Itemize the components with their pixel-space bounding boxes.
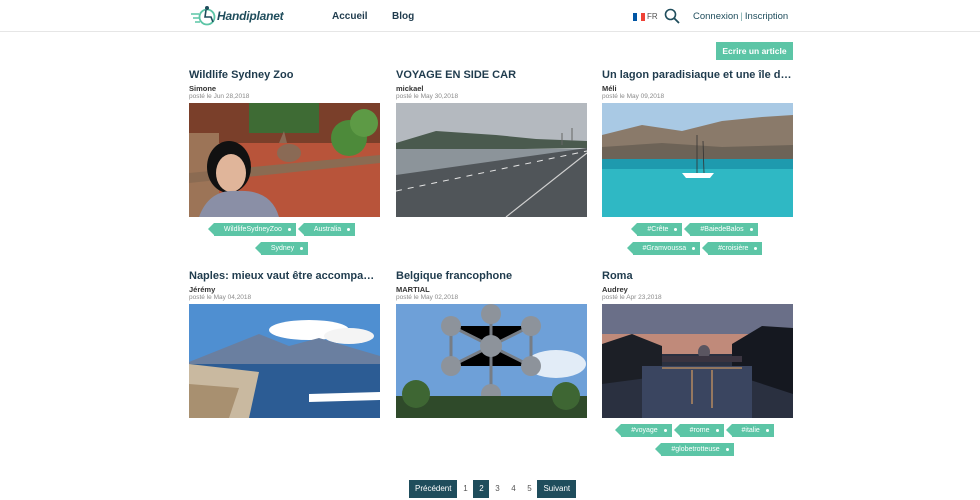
tag-label: #croisière (718, 245, 749, 252)
tag-label: #Gramvoussa (642, 245, 687, 252)
article-date: posté le May 30,2018 (396, 93, 459, 100)
tag-dot-icon (715, 429, 719, 432)
nav-accueil[interactable]: Accueil (332, 11, 368, 22)
article-image[interactable] (396, 304, 587, 418)
tag-label: #globetrotteuse (671, 446, 720, 453)
article-title[interactable]: Un lagon paradisiaque et une île de rêve… (602, 68, 793, 82)
article-author: Audrey (602, 285, 628, 294)
tag-dot-icon (663, 429, 667, 432)
article-author: Simone (189, 84, 217, 93)
article-date: posté le Jun 28,2018 (189, 93, 250, 100)
tag-label: #italie (741, 427, 760, 434)
pagination: Précédent 1 2 3 4 5 Suivant (409, 480, 577, 498)
language-selector[interactable]: FR (633, 12, 658, 21)
signup-link[interactable]: Inscription (745, 11, 788, 22)
tag[interactable]: #voyage (615, 424, 672, 437)
article-image[interactable] (189, 304, 380, 418)
article-title[interactable]: VOYAGE EN SIDE CAR (396, 68, 587, 82)
tag[interactable]: #rome (673, 424, 724, 437)
tag-label: Australia (313, 226, 342, 233)
tag-dot-icon (749, 228, 753, 231)
article-date: posté le Apr 23,2018 (602, 294, 662, 301)
tag-label: #Crête (647, 226, 669, 233)
tag-label: WildlifeSydneyZoo (223, 226, 282, 233)
article-image[interactable] (602, 304, 793, 418)
article-title[interactable]: Belgique francophone (396, 269, 587, 283)
tag-label: #voyage (631, 427, 658, 434)
article-card[interactable]: Belgique francophone MARTIAL posté le Ma… (396, 269, 587, 418)
tag-dot-icon (725, 448, 729, 451)
article-title[interactable]: Wildlife Sydney Zoo (189, 68, 380, 82)
tag[interactable]: Sydney (254, 242, 309, 255)
wheelchair-logo-icon (191, 6, 216, 26)
search-icon[interactable] (664, 8, 680, 29)
site-header: Handiplanet Accueil Blog FR Connexion | In… (0, 0, 980, 32)
auth-links: Connexion | Inscription (693, 11, 788, 22)
tag-dot-icon (754, 247, 758, 250)
tag[interactable]: #croisière (702, 242, 763, 255)
write-article-button[interactable]: Ecrire un article (716, 42, 793, 60)
article-card[interactable]: Naples: mieux vaut être accompagné pour … (189, 269, 380, 418)
tag[interactable]: WildlifeSydneyZoo (207, 223, 296, 236)
next-page-button[interactable]: Suivant (537, 480, 577, 498)
tag[interactable]: #BaiedeBalos (684, 223, 758, 236)
page-3[interactable]: 3 (489, 480, 505, 498)
article-title[interactable]: Naples: mieux vaut être accompagné pour … (189, 269, 380, 283)
article-author: MARTIAL (396, 285, 430, 294)
tag-dot-icon (300, 247, 304, 250)
tag-dot-icon (674, 228, 678, 231)
tag-dot-icon (765, 429, 769, 432)
page-4[interactable]: 4 (505, 480, 521, 498)
tag-list: WildlifeSydneyZoo Australia Sydney (189, 223, 380, 255)
tag-label: #BaiedeBalos (700, 226, 744, 233)
page-5[interactable]: 5 (521, 480, 537, 498)
tag[interactable]: #Crête (631, 223, 683, 236)
tag-list: #Crête #BaiedeBalos #Gramvoussa #croisiè… (602, 223, 793, 255)
logo-text: Handiplanet (217, 9, 284, 23)
article-image[interactable] (396, 103, 587, 217)
article-date: posté le May 02,2018 (396, 294, 459, 301)
tag[interactable]: Australia (297, 223, 356, 236)
article-date: posté le May 04,2018 (189, 294, 252, 301)
tag-label: Sydney (270, 245, 295, 252)
tag-label: #rome (689, 427, 710, 434)
nav-blog[interactable]: Blog (392, 11, 414, 22)
article-card[interactable]: Roma Audrey posté le Apr 23,2018 #voyage… (602, 269, 793, 456)
page-2-current[interactable]: 2 (473, 480, 490, 498)
auth-separator: | (740, 11, 743, 22)
article-author: mickael (396, 84, 424, 93)
language-label: FR (647, 12, 658, 21)
article-author: Méli (602, 84, 617, 93)
tag[interactable]: #italie (725, 424, 774, 437)
article-card[interactable]: VOYAGE EN SIDE CAR mickael posté le May … (396, 68, 587, 217)
tag-list: #voyage #rome #italie #globetrotteuse (602, 424, 793, 456)
login-link[interactable]: Connexion (693, 11, 738, 22)
french-flag-icon (633, 12, 645, 21)
tag-dot-icon (347, 228, 351, 231)
article-date: posté le May 09,2018 (602, 93, 665, 100)
prev-page-button[interactable]: Précédent (409, 480, 458, 498)
page-1[interactable]: 1 (457, 480, 473, 498)
article-image[interactable] (602, 103, 793, 217)
article-title[interactable]: Roma (602, 269, 793, 283)
site-logo[interactable]: Handiplanet (190, 3, 284, 29)
tag[interactable]: #globetrotteuse (655, 443, 734, 456)
tag-dot-icon (287, 228, 291, 231)
tag[interactable]: #Gramvoussa (626, 242, 701, 255)
article-image[interactable] (189, 103, 380, 217)
article-card[interactable]: Wildlife Sydney Zoo Simone posté le Jun … (189, 68, 380, 255)
tag-dot-icon (692, 247, 696, 250)
article-author: Jérémy (189, 285, 216, 294)
article-card[interactable]: Un lagon paradisiaque et une île de rêve… (602, 68, 793, 255)
